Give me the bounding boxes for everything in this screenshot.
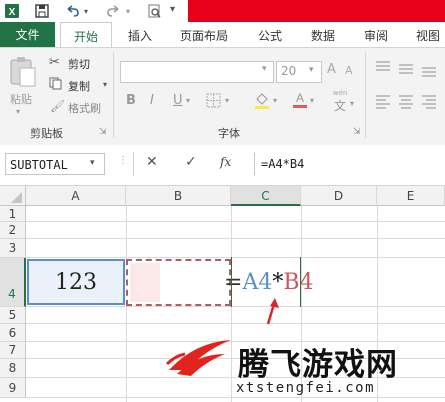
clipboard-launcher-icon[interactable]: ⇲ [99,127,107,137]
font-size-dropdown[interactable]: 20 ▾ [276,61,322,83]
insert-function-icon[interactable]: fx [220,155,231,169]
font-name-dropdown-icon[interactable]: ▾ [262,64,267,74]
bold-button[interactable]: B [126,93,136,108]
formula-bar-divider [133,152,134,176]
svg-text:X: X [9,7,16,18]
paste-icon[interactable] [8,56,38,88]
row-header-7[interactable]: 7 [0,342,26,359]
copy-dropdown-icon[interactable]: ▾ [103,80,107,89]
paste-dropdown-icon[interactable]: ▾ [16,107,20,116]
arrow-annotation-icon [262,296,282,326]
ribbon-separator [113,52,114,138]
tab-insert[interactable]: 插入 [128,27,152,44]
font-group-label: 字体 [218,127,240,140]
excel-logo-icon: X [4,3,20,19]
font-name-dropdown[interactable] [120,61,274,83]
formula-input[interactable]: =A4*B4 [254,153,445,175]
gridline [26,238,445,239]
cell-a4[interactable]: 123 [27,259,125,305]
grow-font-icon[interactable]: A [327,62,336,77]
underline-dropdown-icon[interactable]: ▾ [186,96,190,105]
watermark-brand: 腾飞游戏网 [238,347,398,383]
column-header-d[interactable]: D [301,186,377,206]
row-header-1[interactable]: 1 [0,206,26,222]
underline-button[interactable]: U [173,93,183,108]
svg-text:A: A [296,91,304,105]
ribbon-separator [365,52,366,138]
paste-button[interactable]: 粘贴 [10,91,32,107]
cut-icon: ✂ [49,55,60,70]
enter-icon[interactable]: ✓ [185,154,197,170]
cut-button[interactable]: 剪切 [68,56,90,72]
tab-data[interactable]: 数据 [311,27,335,44]
watermark-url: xtstengfei.com [236,380,376,396]
fill-color-icon[interactable] [254,91,270,109]
shrink-font-icon[interactable]: A [345,64,353,77]
cell-a4-value: 123 [55,270,97,295]
font-size-dropdown-icon[interactable]: ▾ [309,65,314,75]
tab-home[interactable]: 开始 [60,22,112,49]
gridline [26,323,445,324]
column-header-b[interactable]: B [126,186,231,206]
cell-b4-highlight [130,263,160,302]
redo-icon[interactable] [106,3,122,19]
name-box-dropdown-icon[interactable]: ▾ [90,158,95,168]
redo-dropdown-icon[interactable]: ▾ [126,7,130,16]
row-header-2[interactable]: 2 [0,222,26,239]
copy-button[interactable]: 复制 [68,78,90,94]
row-header-9[interactable]: 9 [0,378,26,398]
undo-dropdown-icon[interactable]: ▾ [84,7,88,16]
format-painter-button[interactable]: 格式刷 [68,100,101,116]
cancel-icon[interactable]: ✕ [146,154,158,170]
borders-icon[interactable] [206,93,221,108]
column-header-e[interactable]: E [377,186,445,206]
tab-page-layout[interactable]: 页面布局 [180,27,228,44]
alignment-group [374,60,442,112]
row-header-6[interactable]: 6 [0,324,26,342]
tab-review[interactable]: 审阅 [364,27,388,44]
borders-dropdown-icon[interactable]: ▾ [225,96,229,105]
phonetic-dropdown-icon[interactable]: ▾ [350,99,354,108]
watermark-logo-icon [165,336,235,380]
font-launcher-icon[interactable]: ⇲ [353,127,361,137]
customize-qat-icon[interactable]: ▾ [170,4,175,15]
save-icon[interactable] [34,3,50,19]
fill-color-dropdown-icon[interactable]: ▾ [273,96,277,105]
italic-button[interactable]: I [150,93,154,108]
tab-file[interactable]: 文件 [0,22,55,47]
tab-view[interactable]: 视图 [416,27,440,44]
phonetic-guide-icon[interactable]: wén [333,89,347,97]
print-preview-icon[interactable] [146,3,162,19]
clipboard-group-label: 剪贴板 [30,127,63,140]
format-painter-icon: 🖌 [50,99,66,113]
row-header-4[interactable]: 4 [0,258,26,307]
undo-icon[interactable] [64,3,80,19]
quick-access-toolbar: X ▾ ▾ ▾ [0,0,445,24]
row-header-3[interactable]: 3 [0,239,26,258]
red-banner [188,0,445,22]
phonetic-button[interactable]: 文 [334,97,346,114]
select-all-corner[interactable] [0,186,26,206]
formula-bar-grip-icon: ⋮ [118,155,128,166]
font-color-dropdown-icon[interactable]: ▾ [310,96,314,105]
column-header-a[interactable]: A [26,186,126,206]
gridline [26,221,445,222]
column-header-c[interactable]: C [231,186,301,206]
copy-icon [49,77,62,90]
row-header-5[interactable]: 5 [0,307,26,324]
font-color-icon[interactable]: A [293,90,307,109]
row-header-8[interactable]: 8 [0,359,26,378]
cell-b4[interactable] [126,259,231,306]
gridline [26,397,445,398]
font-size-value: 20 [281,64,297,78]
tab-formulas[interactable]: 公式 [258,27,282,44]
